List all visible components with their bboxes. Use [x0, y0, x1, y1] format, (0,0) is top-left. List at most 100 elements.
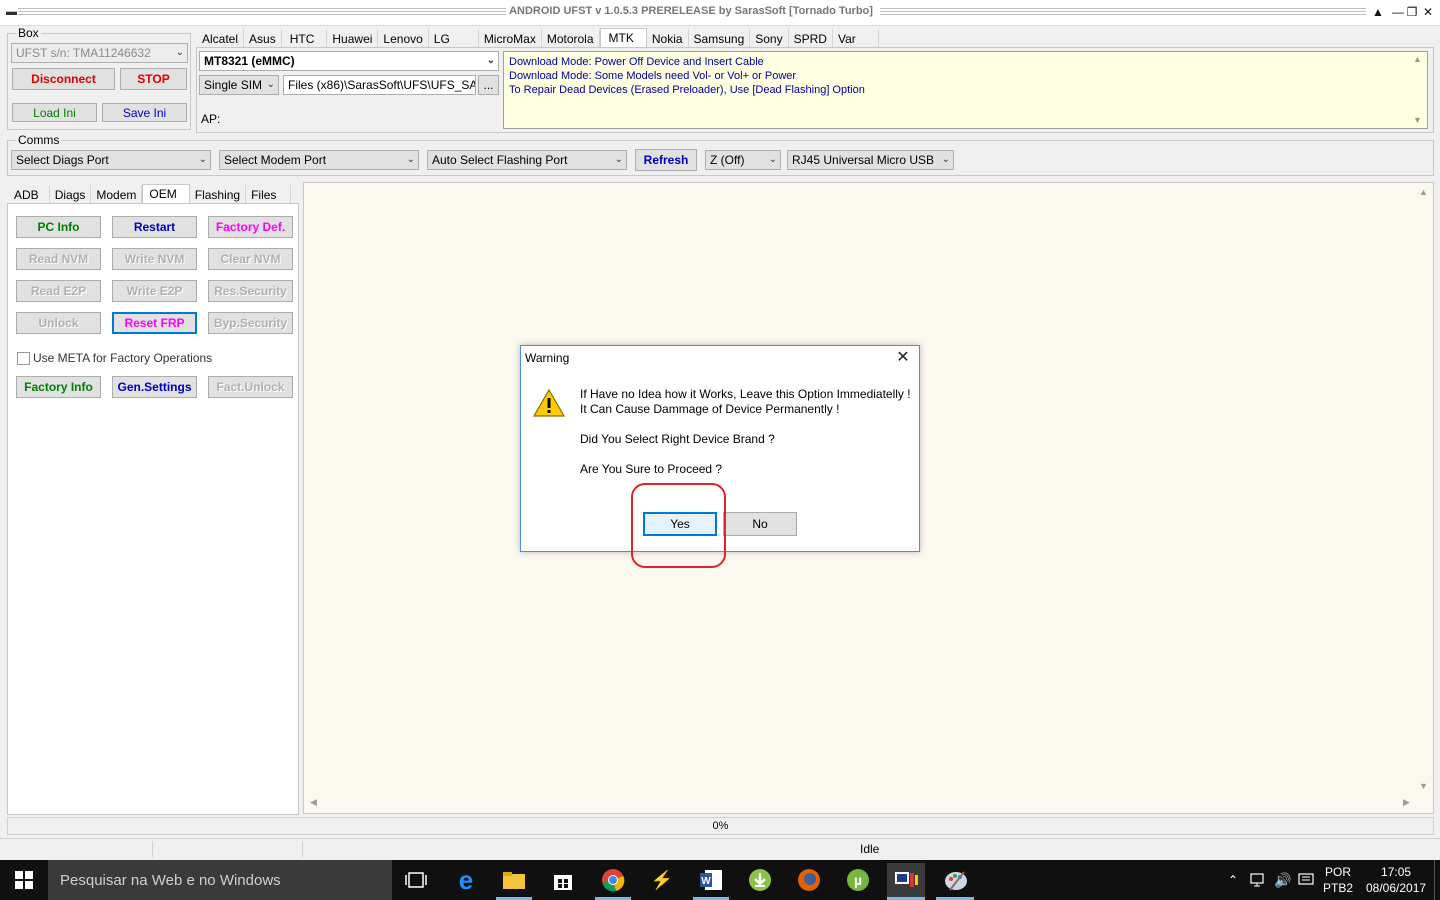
chip-select[interactable]: MT8321 (eMMC) ⌄: [199, 51, 499, 71]
tab-sprd[interactable]: SPRD: [789, 29, 833, 48]
stop-button[interactable]: STOP: [120, 68, 187, 90]
tab-var[interactable]: Var: [833, 29, 879, 48]
utorrent-icon[interactable]: µ: [844, 866, 872, 894]
tab-htc[interactable]: HTC: [282, 29, 328, 48]
flash-port-value: Auto Select Flashing Port: [432, 153, 568, 167]
clock[interactable]: 17:05 08/06/2017: [1366, 860, 1426, 900]
task-view-icon[interactable]: [402, 866, 430, 894]
tab-huawei[interactable]: Huawei: [327, 29, 379, 48]
cable-select[interactable]: RJ45 Universal Micro USB ⌄: [787, 150, 954, 170]
write-e2p-button[interactable]: Write E2P: [112, 280, 197, 302]
tab-lg[interactable]: LG: [429, 29, 479, 48]
chevron-down-icon: ⌄: [198, 153, 207, 165]
cable-value: RJ45 Universal Micro USB: [792, 153, 935, 167]
tab-adb[interactable]: ADB: [8, 185, 50, 204]
winamp-icon[interactable]: ⚡: [648, 866, 676, 894]
tab-motorola[interactable]: Motorola: [542, 29, 600, 48]
tab-modem[interactable]: Modem: [91, 185, 143, 204]
write-nvm-button[interactable]: Write NVM: [112, 248, 197, 270]
save-ini-button[interactable]: Save Ini: [102, 103, 187, 122]
meta-checkbox-label: Use META for Factory Operations: [33, 351, 213, 365]
firefox-icon[interactable]: [795, 866, 823, 894]
rollup-icon[interactable]: ▲: [1368, 3, 1388, 21]
fact-unlock-button[interactable]: Fact.Unlock: [208, 376, 293, 398]
titlebar-stripe-left: [18, 8, 506, 17]
scroll-down-icon[interactable]: ▼: [1419, 781, 1428, 791]
flash-port-select[interactable]: Auto Select Flashing Port ⌄: [427, 150, 627, 170]
tab-diags[interactable]: Diags: [50, 185, 92, 204]
store-icon[interactable]: [549, 866, 577, 894]
scroll-up-icon[interactable]: ▲: [1419, 187, 1428, 197]
svg-text:µ: µ: [854, 872, 862, 888]
taskbar-search-box[interactable]: Pesquisar na Web e no Windows: [48, 860, 392, 900]
edge-browser-icon[interactable]: e: [452, 865, 480, 895]
tab-nokia[interactable]: Nokia: [647, 29, 689, 48]
status-separator: [302, 841, 303, 857]
tab-sony[interactable]: Sony: [750, 29, 789, 48]
ufst-app-icon[interactable]: [887, 863, 925, 897]
browse-button[interactable]: ...: [478, 75, 499, 95]
taskbar: Pesquisar na Web e no Windows e ⚡ W µ ⌃ …: [0, 860, 1440, 900]
clear-nvm-button[interactable]: Clear NVM: [208, 248, 293, 270]
tab-mtk[interactable]: MTK: [599, 28, 647, 49]
log-box: Download Mode: Power Off Device and Inse…: [503, 51, 1428, 129]
res-security-button[interactable]: Res.Security: [208, 280, 293, 302]
tab-flashing[interactable]: Flashing: [190, 185, 247, 204]
paint-app-icon[interactable]: [942, 866, 970, 894]
show-desktop-button[interactable]: [1434, 860, 1435, 900]
scroll-left-icon[interactable]: ◀: [310, 797, 317, 808]
chrome-icon[interactable]: [599, 866, 627, 894]
scroll-down-icon[interactable]: ▼: [1413, 115, 1422, 125]
tab-samsung[interactable]: Samsung: [689, 29, 751, 48]
status-separator: [152, 841, 153, 857]
language-primary: POR: [1325, 865, 1352, 879]
file-explorer-icon[interactable]: [500, 866, 528, 894]
z-option-select[interactable]: Z (Off) ⌄: [705, 150, 781, 170]
scroll-right-icon[interactable]: ▶: [1403, 797, 1410, 808]
read-nvm-button[interactable]: Read NVM: [16, 248, 101, 270]
meta-checkbox[interactable]: [17, 352, 30, 365]
tab-files[interactable]: Files: [246, 185, 292, 204]
gen-settings-button[interactable]: Gen.Settings: [112, 376, 197, 398]
download-manager-icon[interactable]: [746, 866, 774, 894]
scroll-up-icon[interactable]: ▲: [1413, 54, 1422, 64]
reset-frp-button[interactable]: Reset FRP: [112, 312, 197, 334]
chevron-down-icon: ⌄: [941, 153, 950, 165]
diags-port-value: Select Diags Port: [16, 153, 109, 167]
diags-port-select[interactable]: Select Diags Port ⌄: [11, 150, 211, 170]
windows-logo-icon: [15, 871, 33, 889]
no-button[interactable]: No: [723, 512, 797, 536]
notifications-icon[interactable]: [1298, 860, 1314, 900]
language-indicator[interactable]: POR PTB2: [1323, 860, 1353, 900]
refresh-button[interactable]: Refresh: [635, 149, 697, 171]
tray-chevron-icon[interactable]: ⌃: [1228, 860, 1238, 900]
chip-value: MT8321 (eMMC): [204, 54, 295, 68]
dialog-message-line: It Can Cause Dammage of Device Permanent…: [580, 402, 840, 416]
read-e2p-button[interactable]: Read E2P: [16, 280, 101, 302]
tab-alcatel[interactable]: Alcatel: [197, 29, 245, 48]
factory-def-button[interactable]: Factory Def.: [208, 216, 293, 238]
start-button[interactable]: [0, 860, 48, 900]
tab-micromax[interactable]: MicroMax: [479, 29, 542, 48]
restart-button[interactable]: Restart: [112, 216, 197, 238]
modem-port-select[interactable]: Select Modem Port ⌄: [219, 150, 419, 170]
byp-security-button[interactable]: Byp.Security: [208, 312, 293, 334]
tab-asus[interactable]: Asus: [244, 29, 282, 48]
system-menu-icon[interactable]: ▬: [6, 6, 17, 18]
volume-icon[interactable]: 🔊: [1274, 860, 1291, 900]
close-icon[interactable]: ✕: [1418, 3, 1438, 21]
serial-select: UFST s/n: TMA11246632 ⌄: [11, 43, 188, 63]
word-icon[interactable]: W: [697, 866, 725, 894]
sim-select[interactable]: Single SIM ⌄: [199, 75, 279, 95]
disconnect-button[interactable]: Disconnect: [12, 68, 115, 90]
chevron-down-icon: ⌄: [175, 46, 184, 58]
file-path-input[interactable]: Files (x86)\SarasSoft\UFS\UFS_SAMs: [283, 75, 476, 95]
load-ini-button[interactable]: Load Ini: [12, 103, 97, 122]
pc-info-button[interactable]: PC Info: [16, 216, 101, 238]
network-icon[interactable]: [1250, 860, 1268, 900]
tab-lenovo[interactable]: Lenovo: [378, 29, 429, 48]
factory-info-button[interactable]: Factory Info: [16, 376, 101, 398]
tab-oem[interactable]: OEM: [142, 184, 190, 205]
unlock-button[interactable]: Unlock: [16, 312, 101, 334]
close-icon[interactable]: ✕: [893, 348, 913, 368]
